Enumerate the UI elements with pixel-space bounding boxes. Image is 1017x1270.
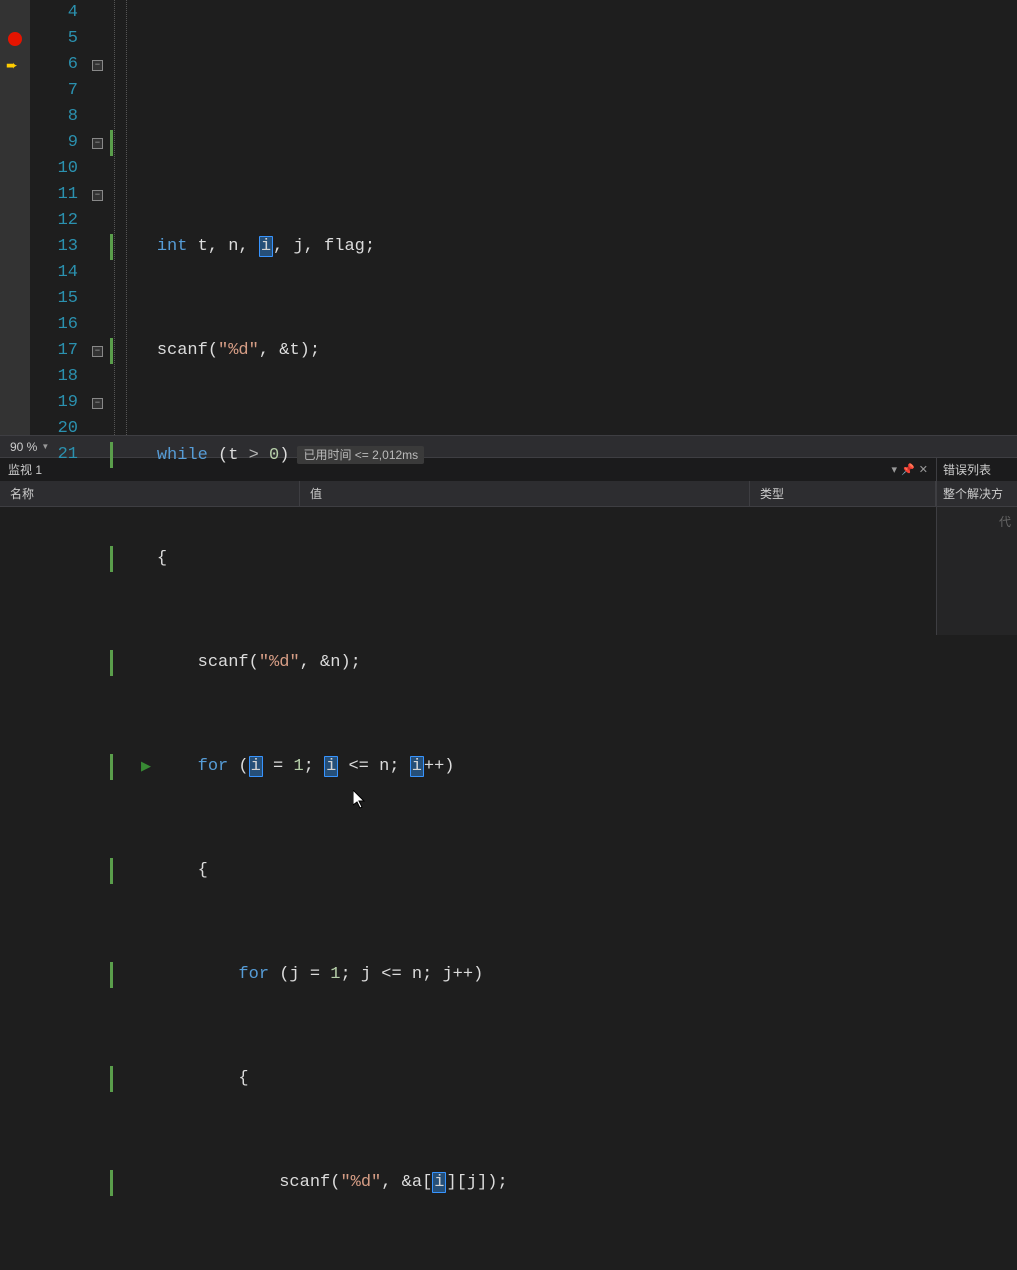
code-editor[interactable]: ➨ 4 5 6 7 8 9 10 11 12 13 14 15 16 17 18… (0, 0, 1017, 435)
highlight-i: i (259, 236, 273, 257)
current-line-arrow-icon: ▶ (141, 754, 151, 780)
fold-toggle[interactable]: − (92, 398, 103, 409)
breakpoint-gutter[interactable]: ➨ (0, 0, 30, 435)
highlight-i: i (432, 1172, 446, 1193)
time-hint: 已用时间 <= 2,012ms (297, 446, 424, 464)
highlight-i: i (249, 756, 263, 777)
line-number-gutter: 4 5 6 7 8 9 10 11 12 13 14 15 16 17 18 1… (30, 0, 90, 435)
fold-toggle[interactable]: − (92, 60, 103, 71)
mouse-cursor-icon (271, 764, 367, 846)
fold-toggle[interactable]: − (92, 190, 103, 201)
fold-toggle[interactable]: − (92, 138, 103, 149)
highlight-i: i (324, 756, 338, 777)
execution-pointer-icon: ➨ (6, 58, 18, 75)
breakpoint-marker[interactable] (8, 32, 22, 46)
highlight-i: i (410, 756, 424, 777)
fold-toggle[interactable]: − (92, 346, 103, 357)
code-content[interactable]: int t, n, i, j, flag; scanf("%d", &t); w… (108, 0, 1017, 435)
fold-gutter[interactable]: − − − − − (90, 0, 108, 435)
